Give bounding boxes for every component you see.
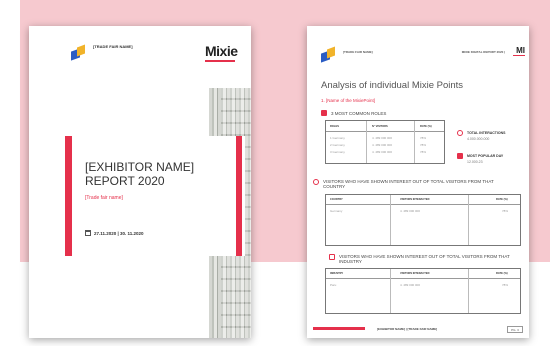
report-trade-fair-label: [TRADE FAIR NAME] <box>343 50 373 54</box>
roles-cell: 3 Germany <box>330 150 345 154</box>
cover-date-row: 27.11.2020 | 30. 11.2020 <box>85 230 144 236</box>
industry-heading-text: VISITORS WHO HAVE SHOWN INTEREST OUT OF … <box>339 254 510 264</box>
industry-section-heading: VISITORS WHO HAVE SHOWN INTEREST OUT OF … <box>329 254 521 264</box>
roles-heading-text: 3 MOST COMMON ROLES <box>331 110 387 116</box>
total-interactions-label: TOTAL INTERACTIONS <box>467 131 506 135</box>
industry-header-visitors: VISITORS INTERACTED <box>400 272 430 275</box>
table-divider <box>366 121 367 163</box>
report-footer: [EXHIBITOR NAME] | [TRADE FAIR NAME] <box>377 327 438 331</box>
cover-dates: 27.11.2020 | 30. 11.2020 <box>94 230 144 236</box>
industry-header-industry: INDUSTRY <box>330 272 344 275</box>
roles-cell: 78% <box>420 136 427 140</box>
table-divider <box>414 121 415 163</box>
roles-section-heading: 3 MOST COMMON ROLES <box>321 110 386 116</box>
roles-header-rate: RATE (%) <box>420 125 432 128</box>
cover-report-title: [EXHIBITOR NAME] REPORT 2020 <box>85 160 195 188</box>
cover-trade-fair-label: [TRADE FAIR NAME] <box>93 44 133 49</box>
roles-cell: 4. 489 000 000 <box>372 150 393 154</box>
roles-header-roles: ROLES <box>330 125 339 128</box>
table-divider <box>390 195 391 245</box>
total-interactions-value: 4.000.000.000 <box>467 137 490 141</box>
cover-trade-fair-name: [Trade fair name] <box>85 195 123 201</box>
briefcase-icon <box>329 254 335 260</box>
location-icon <box>457 130 463 136</box>
roles-cell: 2 Germany <box>330 143 345 147</box>
table-divider <box>468 269 469 313</box>
table-divider <box>326 204 520 205</box>
industry-cell: 4. 489 000 000 <box>400 283 421 287</box>
table-divider <box>326 278 520 279</box>
country-header-country: COUNTRY <box>330 198 343 201</box>
report-title: Analysis of individual Mixie Points <box>321 80 464 91</box>
trade-fair-logo-icon <box>71 44 87 61</box>
table-divider <box>390 269 391 313</box>
cover-accent-right <box>236 136 242 256</box>
cover-page: [TRADE FAIR NAME] Mixie [EXHIBITOR NAME]… <box>29 26 251 338</box>
country-table: COUNTRY VISITORS INTERACTED RATE (%) Ger… <box>325 194 521 246</box>
roles-cell: 4. 489 000 000 <box>372 143 393 147</box>
country-section-heading: VISITORS WHO HAVE SHOWN INTEREST OUT OF … <box>313 179 513 189</box>
roles-cell: 4. 489 000 000 <box>372 136 393 140</box>
table-divider <box>326 131 444 132</box>
industry-header-rate: RATE (%) <box>496 272 508 275</box>
globe-icon <box>313 179 319 185</box>
roles-cell: 1 Germany <box>330 136 345 140</box>
industry-cell: Paru <box>330 283 337 287</box>
roles-header-visitors: N° VISITORS <box>372 125 388 128</box>
report-header-label: MIXIE DIGITAL REPORT 2020 | <box>461 50 505 54</box>
calendar-icon <box>85 230 91 236</box>
country-header-rate: RATE (%) <box>496 198 508 201</box>
report-brand-logo: MI <box>516 46 525 55</box>
popular-day-label: MOST POPULAR DAY <box>467 154 504 158</box>
country-cell: Germany <box>330 209 343 213</box>
popular-day-icon-wrap <box>457 153 463 159</box>
roles-table: ROLES N° VISITORS RATE (%) 1 Germany 4. … <box>325 120 445 164</box>
roles-cell: 78% <box>420 143 427 147</box>
report-page: [TRADE FAIR NAME] MIXIE DIGITAL REPORT 2… <box>307 26 529 338</box>
roles-icon <box>321 110 327 116</box>
cover-brand-logo: Mixie <box>205 43 238 59</box>
country-heading-text: VISITORS WHO HAVE SHOWN INTEREST OUT OF … <box>323 179 494 189</box>
country-header-visitors: VISITORS INTERACTED <box>400 198 430 201</box>
country-cell: 78% <box>502 209 509 213</box>
industry-cell: 78% <box>502 283 509 287</box>
roles-cell: 78% <box>420 150 427 154</box>
brand-underline <box>513 55 525 56</box>
table-divider <box>468 195 469 245</box>
page-number: PG. 3 <box>507 326 523 333</box>
trade-fair-logo-icon <box>321 46 337 63</box>
country-cell: 4. 489 000 000 <box>400 209 421 213</box>
report-subtitle: 1. [Name of the MixiePoint] <box>321 98 376 103</box>
popular-day-value: 12.000.23 <box>467 160 483 164</box>
brand-underline <box>205 60 235 62</box>
cover-accent-left <box>65 136 72 256</box>
interactions-icon-wrap <box>457 130 463 136</box>
calendar-icon <box>457 153 463 159</box>
footer-accent-bar <box>313 327 365 330</box>
industry-table: INDUSTRY VISITORS INTERACTED RATE (%) Pa… <box>325 268 521 314</box>
